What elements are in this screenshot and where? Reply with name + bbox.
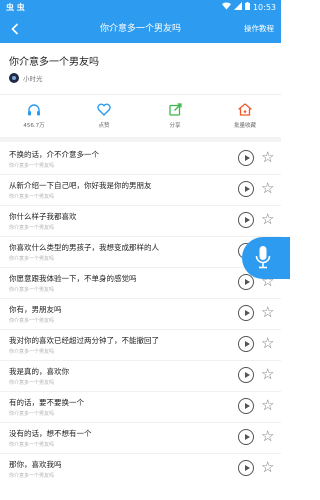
play-icon[interactable] bbox=[238, 212, 254, 228]
batch-collect-label: 批量收藏 bbox=[233, 123, 256, 129]
play-icon[interactable] bbox=[238, 460, 254, 476]
list-item[interactable]: 你什么样子我都喜欢 你介意多一个男友吗 ☆ bbox=[0, 204, 281, 237]
list-item[interactable]: 我对你的喜欢已经超过两分钟了，不能撤回了 你介意多一个男友吗 ☆ bbox=[0, 328, 281, 361]
item-subtitle: 你介意多一个男友吗 bbox=[9, 411, 55, 417]
avatar[interactable] bbox=[9, 73, 19, 83]
list-item[interactable]: 那你，喜欢我吗 你介意多一个男友吗 ☆ bbox=[0, 452, 281, 485]
item-subtitle: 你介意多一个男友吗 bbox=[9, 256, 55, 262]
star-icon[interactable]: ☆ bbox=[261, 180, 274, 197]
like-action[interactable]: 点赞 bbox=[84, 102, 124, 129]
list-item[interactable]: 你喜欢什么类型的男孩子，我想变成那样的人 你介意多一个男友吗 ☆ bbox=[0, 235, 281, 268]
play-icon[interactable] bbox=[238, 305, 254, 321]
play-icon[interactable] bbox=[238, 181, 254, 197]
item-subtitle: 你介意多一个男友吗 bbox=[9, 163, 55, 169]
item-subtitle: 你介意多一个男友吗 bbox=[9, 318, 55, 324]
play-icon[interactable] bbox=[238, 274, 254, 290]
like-label: 点赞 bbox=[98, 123, 110, 129]
item-title: 有的话，要不要换一个 bbox=[9, 398, 84, 407]
list-item[interactable]: 你愿意跟我体验一下，不单身的感觉吗 你介意多一个男友吗 ☆ bbox=[0, 266, 281, 299]
item-title: 不换的话，介不介意多一个 bbox=[9, 150, 99, 159]
signal-icon bbox=[233, 2, 242, 13]
battery-icon bbox=[244, 2, 250, 13]
share-label: 分享 bbox=[169, 123, 181, 129]
item-subtitle: 你介意多一个男友吗 bbox=[9, 194, 55, 200]
author-name[interactable]: 小时光 bbox=[23, 73, 43, 83]
list-item[interactable]: 你有，男朋友吗 你介意多一个男友吗 ☆ bbox=[0, 297, 281, 330]
status-time: 10:53 bbox=[252, 3, 276, 12]
item-subtitle: 你介意多一个男友吗 bbox=[9, 442, 55, 448]
play-icon[interactable] bbox=[238, 367, 254, 383]
play-icon[interactable] bbox=[238, 336, 254, 352]
list-item[interactable]: 有的话，要不要换一个 你介意多一个男友吗 ☆ bbox=[0, 390, 281, 423]
item-title: 没有的话，想不想有一个 bbox=[9, 429, 92, 438]
item-subtitle: 你介意多一个男友吗 bbox=[9, 225, 55, 231]
item-title: 那你，喜欢我吗 bbox=[9, 460, 62, 469]
play-icon[interactable] bbox=[238, 398, 254, 414]
headphones-icon bbox=[14, 102, 54, 116]
star-icon[interactable]: ☆ bbox=[261, 304, 274, 321]
item-title: 你愿意跟我体验一下，不单身的感觉吗 bbox=[9, 274, 137, 283]
item-title: 你什么样子我都喜欢 bbox=[9, 212, 77, 221]
item-subtitle: 你介意多一个男友吗 bbox=[9, 349, 55, 355]
collect-icon bbox=[225, 102, 265, 116]
play-icon[interactable] bbox=[238, 150, 254, 166]
batch-collect-action[interactable]: 批量收藏 bbox=[225, 102, 265, 129]
star-icon[interactable]: ☆ bbox=[261, 149, 274, 166]
item-title: 我对你的喜欢已经超过两分钟了，不能撤回了 bbox=[9, 336, 159, 345]
star-icon[interactable]: ☆ bbox=[261, 459, 274, 476]
item-title: 你喜欢什么类型的男孩子，我想变成那样的人 bbox=[9, 243, 159, 252]
status-right: 10:53 bbox=[221, 2, 276, 13]
star-icon[interactable]: ☆ bbox=[261, 366, 274, 383]
item-title: 从新介绍一下自己吧，你好我是你的男朋友 bbox=[9, 181, 152, 190]
play-count-action[interactable]: 456.7万 bbox=[14, 102, 54, 129]
microphone-icon bbox=[255, 246, 271, 269]
status-bar: 虫 虫 10:53 bbox=[0, 0, 281, 15]
play-count-label: 456.7万 bbox=[23, 123, 45, 129]
author-info[interactable]: 小时光 bbox=[9, 73, 43, 83]
item-title: 你有，男朋友吗 bbox=[9, 305, 62, 314]
wifi-icon bbox=[221, 2, 231, 13]
share-icon bbox=[155, 102, 195, 116]
album-header: 你介意多一个男友吗 小时光 bbox=[0, 43, 281, 93]
page-title: 你介意多一个男友吗 bbox=[99, 24, 181, 34]
star-icon[interactable]: ☆ bbox=[261, 335, 274, 352]
voice-record-button[interactable] bbox=[242, 237, 290, 279]
list-item[interactable]: 从新介绍一下自己吧，你好我是你的男朋友 你介意多一个男友吗 ☆ bbox=[0, 173, 281, 206]
status-left-text: 虫 虫 bbox=[6, 3, 25, 12]
item-title: 我是真的，喜欢你 bbox=[9, 367, 69, 376]
tutorial-button[interactable]: 操作教程 bbox=[244, 15, 274, 43]
top-app-bar: 你介意多一个男友吗 操作教程 bbox=[0, 15, 281, 43]
album-title: 你介意多一个男友吗 bbox=[9, 57, 99, 68]
list-item[interactable]: 没有的话，想不想有一个 你介意多一个男友吗 ☆ bbox=[0, 421, 281, 454]
item-subtitle: 你介意多一个男友吗 bbox=[9, 473, 55, 479]
list-item[interactable]: 不换的话，介不介意多一个 你介意多一个男友吗 ☆ bbox=[0, 142, 281, 175]
action-bar: 456.7万 点赞 分享 批量收藏 bbox=[0, 95, 281, 137]
heart-icon bbox=[84, 102, 124, 116]
play-icon[interactable] bbox=[238, 429, 254, 445]
star-icon[interactable]: ☆ bbox=[261, 428, 274, 445]
share-action[interactable]: 分享 bbox=[155, 102, 195, 129]
item-subtitle: 你介意多一个男友吗 bbox=[9, 287, 55, 293]
list-item[interactable]: 我是真的，喜欢你 你介意多一个男友吗 ☆ bbox=[0, 359, 281, 392]
star-icon[interactable]: ☆ bbox=[261, 211, 274, 228]
item-subtitle: 你介意多一个男友吗 bbox=[9, 380, 55, 386]
star-icon[interactable]: ☆ bbox=[261, 397, 274, 414]
